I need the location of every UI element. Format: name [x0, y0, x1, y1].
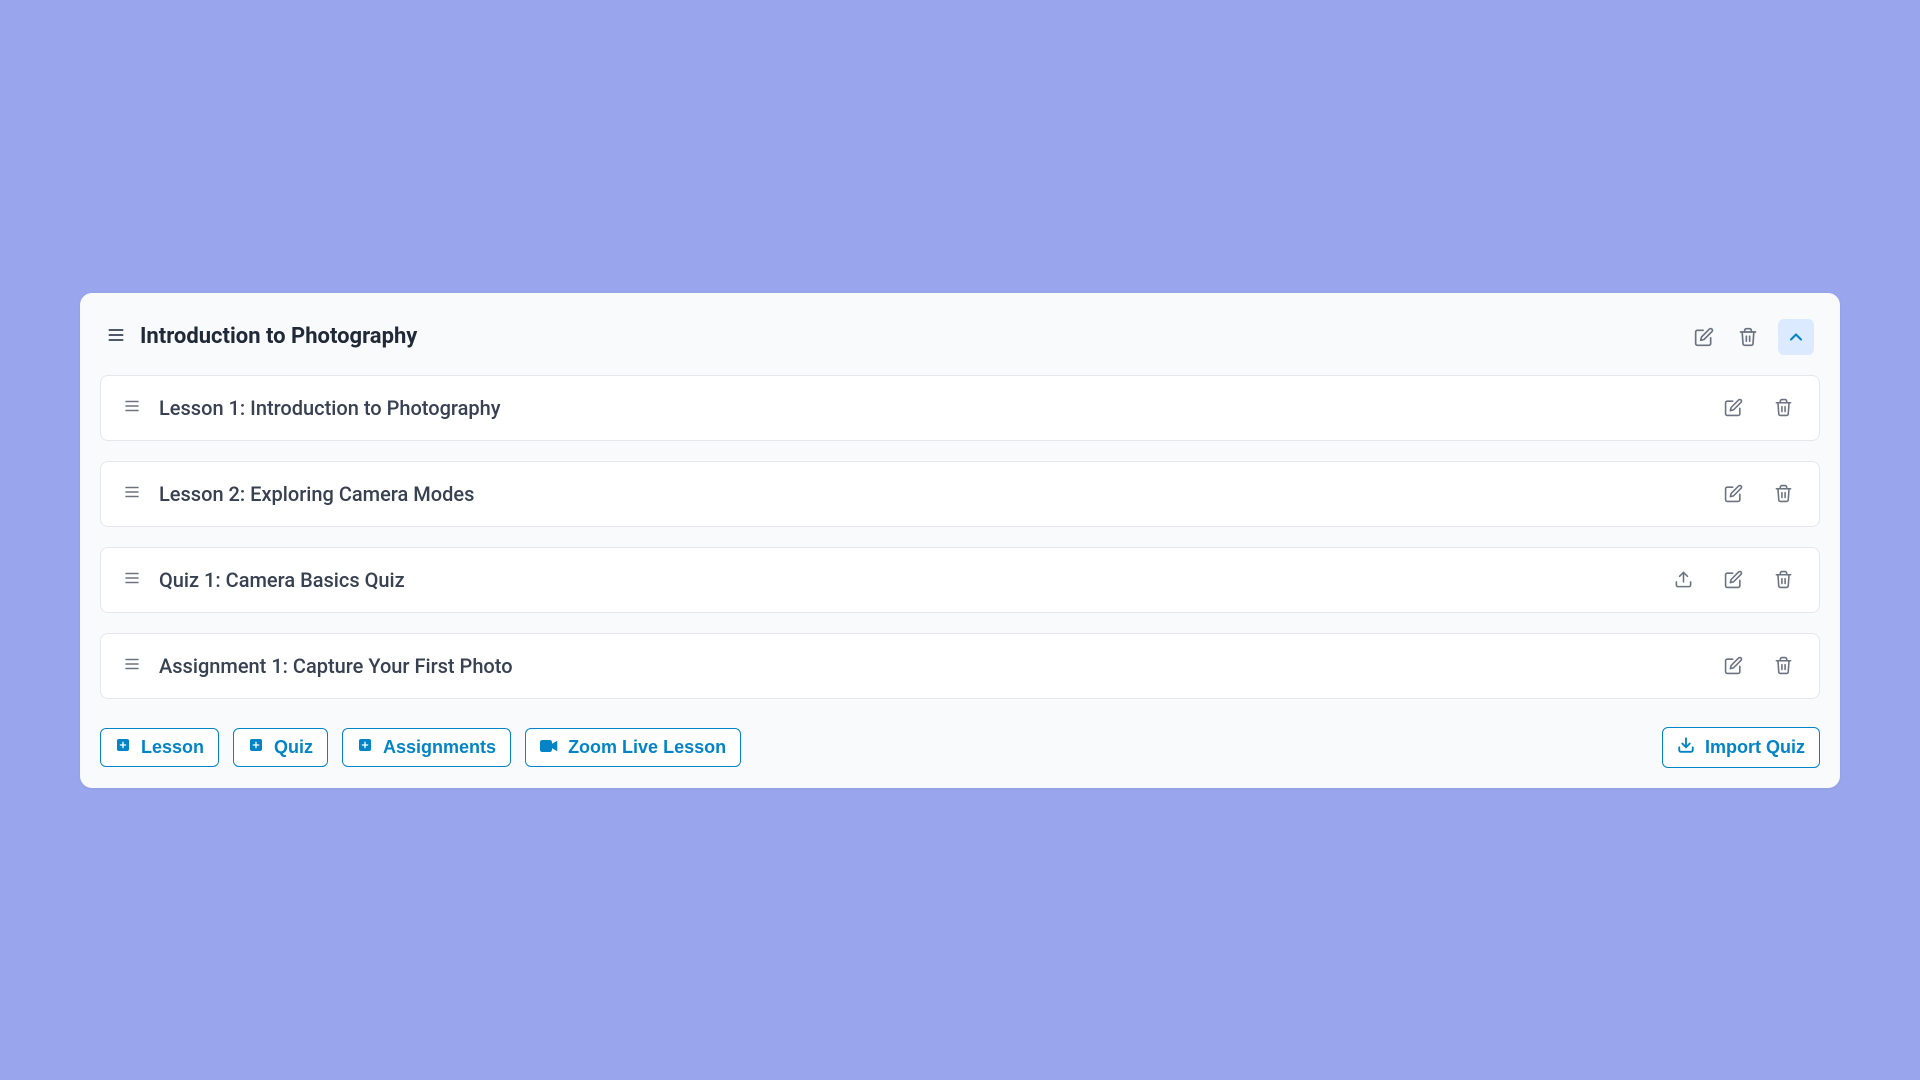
import-quiz-button[interactable]: Import Quiz: [1662, 727, 1820, 768]
module-title: Introduction to Photography: [140, 324, 417, 349]
item-left: Lesson 1: Introduction to Photography: [123, 396, 501, 420]
edit-module-button[interactable]: [1690, 323, 1718, 351]
add-lesson-button[interactable]: Lesson: [100, 728, 219, 767]
add-assignments-button[interactable]: Assignments: [342, 728, 511, 767]
module-card: Introduction to Photography Lesson 1: In…: [80, 293, 1840, 788]
download-icon: [1677, 736, 1695, 759]
drag-icon[interactable]: [106, 325, 126, 349]
module-header-left: Introduction to Photography: [106, 324, 417, 349]
module-header: Introduction to Photography: [100, 313, 1820, 375]
item-label: Assignment 1: Capture Your First Photo: [159, 654, 513, 678]
video-icon: [540, 737, 558, 758]
button-label: Lesson: [141, 737, 204, 758]
edit-item-button[interactable]: [1719, 394, 1747, 422]
collapse-module-button[interactable]: [1778, 319, 1814, 355]
add-zoom-button[interactable]: Zoom Live Lesson: [525, 728, 741, 767]
item-label: Lesson 2: Exploring Camera Modes: [159, 482, 474, 506]
item-left: Lesson 2: Exploring Camera Modes: [123, 482, 474, 506]
item-actions: [1719, 394, 1797, 422]
delete-item-button[interactable]: [1769, 394, 1797, 422]
item-left: Assignment 1: Capture Your First Photo: [123, 654, 513, 678]
add-quiz-button[interactable]: Quiz: [233, 728, 328, 767]
edit-item-button[interactable]: [1719, 566, 1747, 594]
item-actions: [1719, 652, 1797, 680]
button-label: Quiz: [274, 737, 313, 758]
plus-icon: [248, 737, 264, 758]
button-label: Assignments: [383, 737, 496, 758]
delete-item-button[interactable]: [1769, 652, 1797, 680]
drag-icon[interactable]: [123, 483, 141, 505]
item-label: Quiz 1: Camera Basics Quiz: [159, 568, 405, 592]
item-actions: [1669, 566, 1797, 594]
drag-icon[interactable]: [123, 397, 141, 419]
button-label: Zoom Live Lesson: [568, 737, 726, 758]
export-item-button[interactable]: [1669, 566, 1697, 594]
item-label: Lesson 1: Introduction to Photography: [159, 396, 501, 420]
assignment-item: Assignment 1: Capture Your First Photo: [100, 633, 1820, 699]
edit-item-button[interactable]: [1719, 480, 1747, 508]
module-header-actions: [1690, 319, 1814, 355]
delete-module-button[interactable]: [1734, 323, 1762, 351]
item-left: Quiz 1: Camera Basics Quiz: [123, 568, 405, 592]
button-label: Import Quiz: [1705, 737, 1805, 758]
drag-icon[interactable]: [123, 569, 141, 591]
drag-icon[interactable]: [123, 655, 141, 677]
footer-row: Lesson Quiz Assignments Zoom Live Lesson: [100, 727, 1820, 768]
footer-right: Import Quiz: [1662, 727, 1820, 768]
lesson-item: Lesson 2: Exploring Camera Modes: [100, 461, 1820, 527]
items-list: Lesson 1: Introduction to Photography Le…: [100, 375, 1820, 699]
plus-icon: [115, 737, 131, 758]
quiz-item: Quiz 1: Camera Basics Quiz: [100, 547, 1820, 613]
delete-item-button[interactable]: [1769, 480, 1797, 508]
footer-left: Lesson Quiz Assignments Zoom Live Lesson: [100, 728, 741, 767]
item-actions: [1719, 480, 1797, 508]
edit-item-button[interactable]: [1719, 652, 1747, 680]
plus-icon: [357, 737, 373, 758]
lesson-item: Lesson 1: Introduction to Photography: [100, 375, 1820, 441]
delete-item-button[interactable]: [1769, 566, 1797, 594]
